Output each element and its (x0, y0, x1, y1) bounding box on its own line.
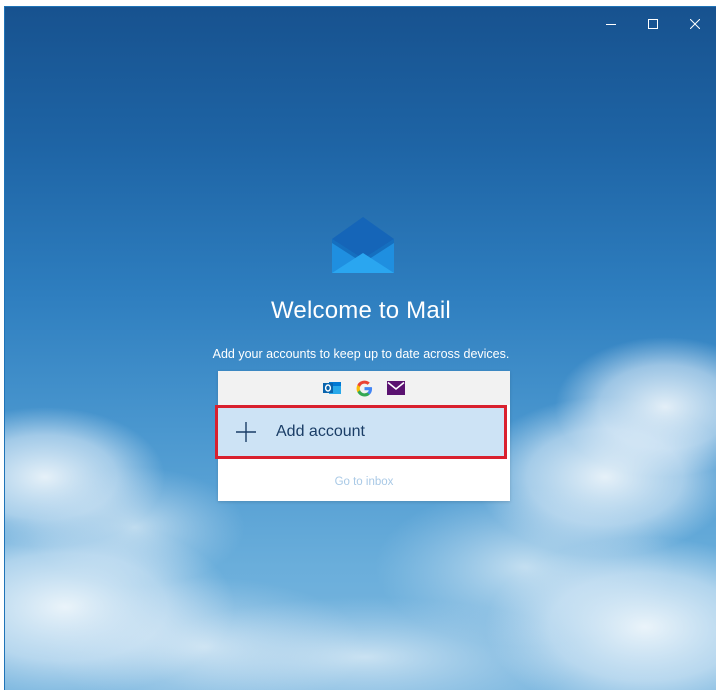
close-button[interactable] (674, 7, 716, 41)
add-account-label: Add account (276, 423, 365, 440)
close-icon (690, 19, 700, 29)
account-card: Add account Go to inbox (215, 371, 510, 501)
plus-icon (236, 422, 256, 442)
window-caption-buttons (590, 7, 716, 41)
page-title: Welcome to Mail (271, 297, 451, 324)
other-mail-icon (387, 379, 405, 397)
provider-icons (218, 371, 510, 405)
add-account-button[interactable]: Add account (215, 405, 507, 459)
page-subtitle: Add your accounts to keep up to date acr… (212, 347, 510, 361)
maximize-button[interactable] (632, 7, 674, 41)
mail-envelope-icon (332, 217, 394, 273)
outlook-icon (323, 379, 341, 397)
minimize-icon (606, 19, 616, 29)
screen: Welcome to Mail Add your accounts to kee… (0, 0, 716, 690)
minimize-button[interactable] (590, 7, 632, 41)
maximize-icon (648, 19, 658, 29)
google-icon (355, 379, 373, 397)
go-to-inbox-link[interactable]: Go to inbox (218, 467, 510, 497)
mail-app-window: Welcome to Mail Add your accounts to kee… (4, 6, 716, 690)
